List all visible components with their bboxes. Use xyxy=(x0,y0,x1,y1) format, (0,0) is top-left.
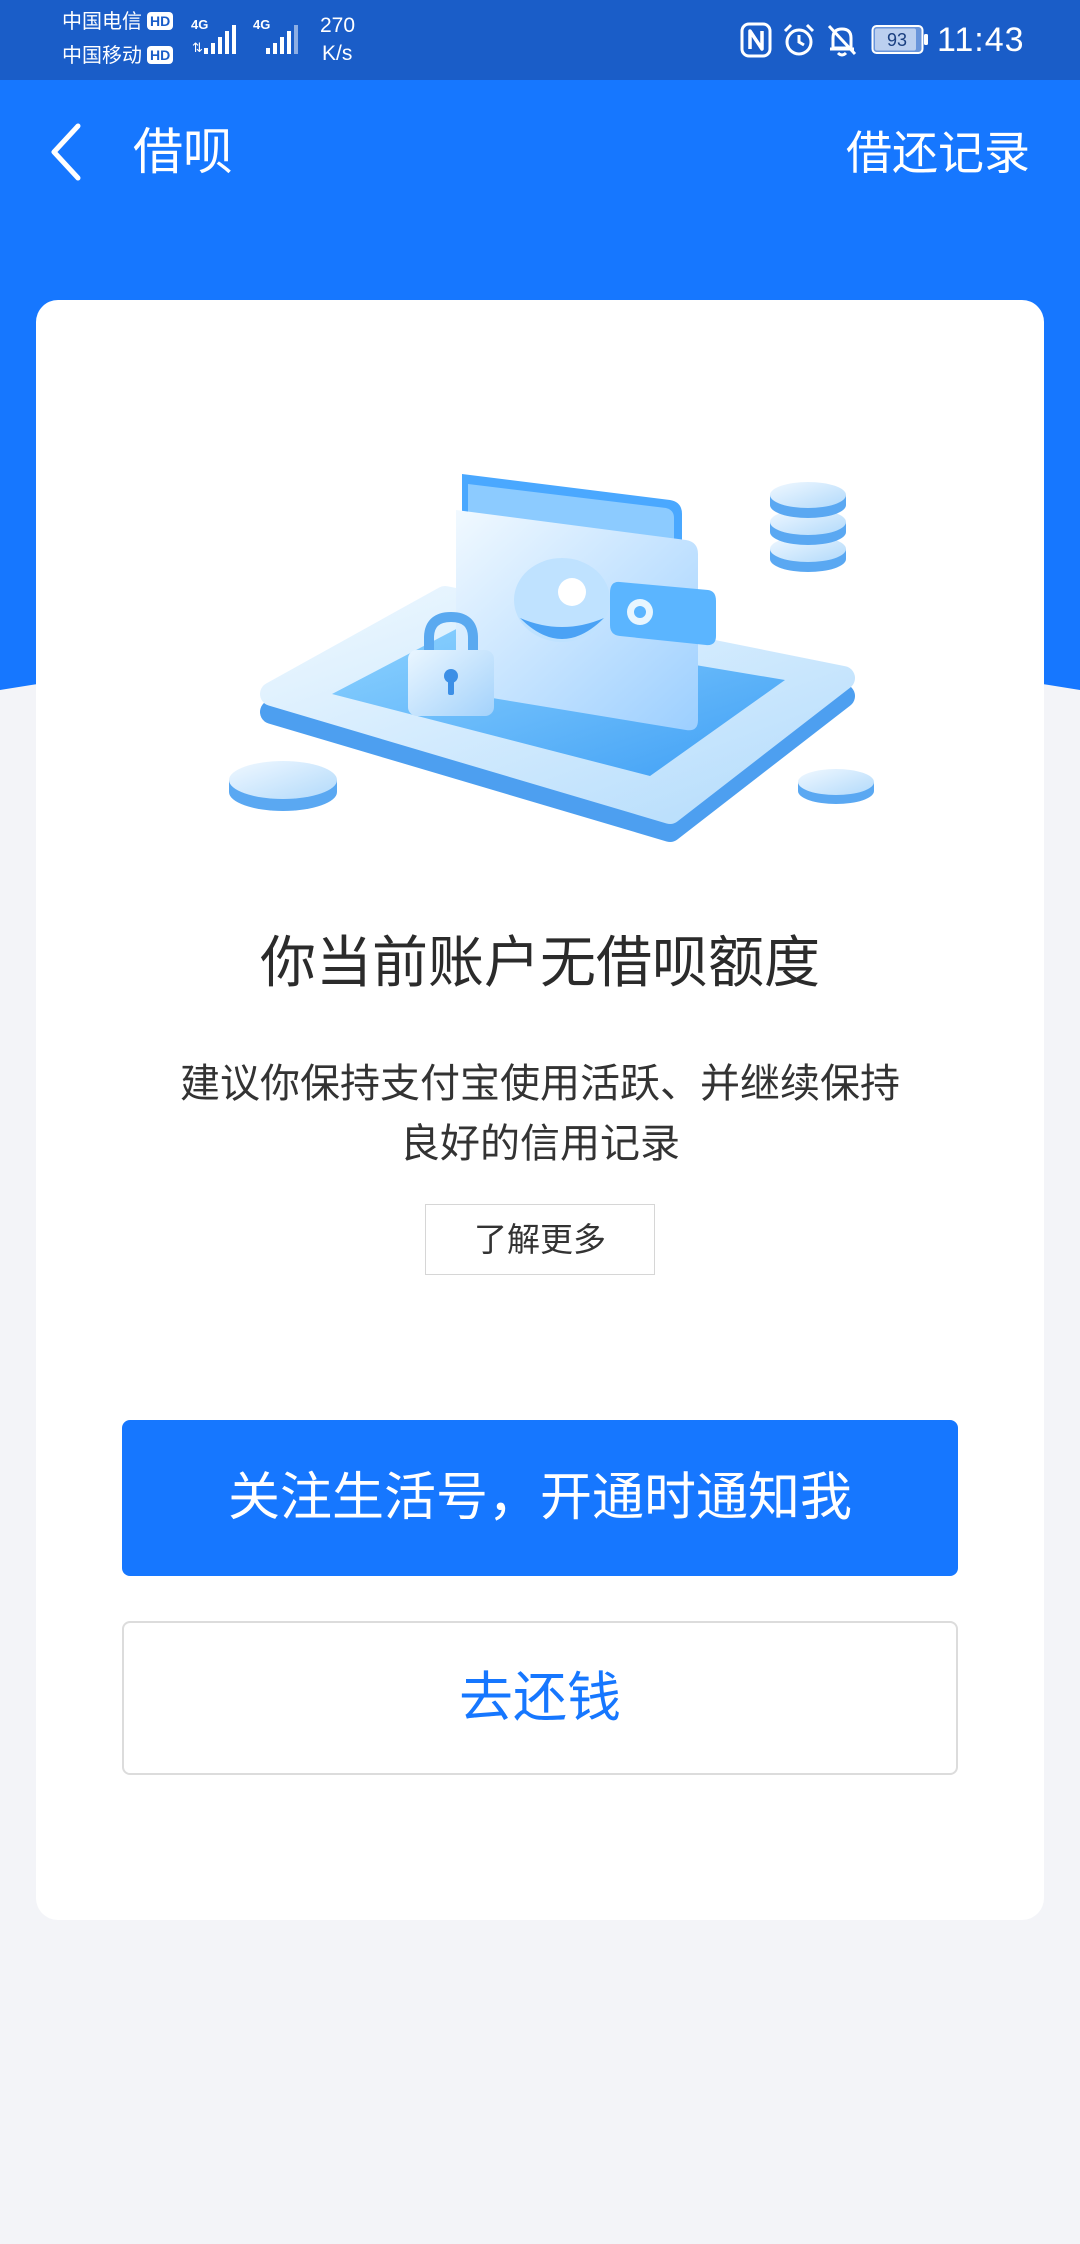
page: 中国电信 HD 中国移动 HD 4G ⇅ 4G 270 K/s 93 11:43… xyxy=(0,0,1080,2244)
bell-off-icon xyxy=(827,24,857,57)
hd-badge: HD xyxy=(147,46,174,64)
description-line-2: 良好的信用记录 xyxy=(400,1122,680,1166)
coin-left xyxy=(229,761,337,811)
speed-unit: K/s xyxy=(322,42,353,65)
carrier-2-label: 中国移动 xyxy=(62,45,142,67)
repay-button[interactable]: 去还钱 xyxy=(122,1621,958,1775)
carrier-1-label: 中国电信 xyxy=(62,11,142,33)
locked-wallet-illustration xyxy=(229,474,874,842)
description-line-1: 建议你保持支付宝使用活跃、并继续保持 xyxy=(180,1062,900,1106)
hd-badge: HD xyxy=(147,12,174,30)
wallet xyxy=(456,474,716,731)
signal-2: 4G xyxy=(253,18,303,62)
back-button[interactable] xyxy=(40,116,96,188)
battery-level: 93 xyxy=(887,30,907,50)
clock: 11:43 xyxy=(937,21,1025,59)
follow-notify-button[interactable]: 关注生活号，开通时通知我 xyxy=(122,1420,958,1576)
signal-icon xyxy=(266,25,298,54)
speed-value: 270 xyxy=(320,14,356,37)
battery-icon: 93 xyxy=(871,25,928,54)
carrier-1: 中国电信 HD xyxy=(62,8,174,36)
no-credit-heading: 你当前账户无借呗额度 xyxy=(260,931,820,994)
carrier-2: 中国移动 HD xyxy=(62,42,174,70)
wallet-clasp xyxy=(610,581,716,646)
page-title: 借呗 xyxy=(133,124,233,180)
coin-stack xyxy=(770,482,846,572)
svg-text:⇅: ⇅ xyxy=(192,41,203,56)
nfc-icon xyxy=(740,22,772,58)
content-card: 你当前账户无借呗额度 建议你保持支付宝使用活跃、并继续保持 良好的信用记录 了解… xyxy=(36,300,1044,1920)
signal-icon: ⇅ xyxy=(192,25,236,56)
coin-right xyxy=(798,769,874,804)
alarm-icon xyxy=(783,23,815,56)
learn-more-button[interactable]: 了解更多 xyxy=(425,1204,655,1275)
records-link[interactable]: 借还记录 xyxy=(846,124,1030,182)
signal-1: 4G ⇅ xyxy=(191,18,241,62)
chevron-left-icon xyxy=(51,123,81,181)
status-bar: 中国电信 HD 中国移动 HD 4G ⇅ 4G 270 K/s 93 11:43 xyxy=(0,0,1080,80)
